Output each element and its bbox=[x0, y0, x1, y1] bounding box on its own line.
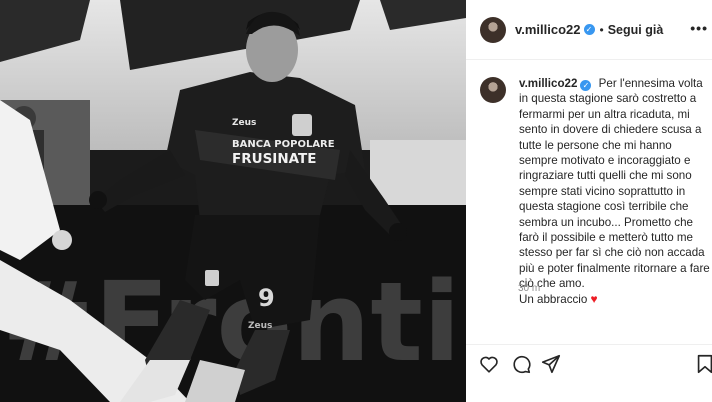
post-photo[interactable]: #Frontis Zeus BANCA POPOLARE FRUSINATE 9… bbox=[0, 0, 466, 402]
shorts-crest bbox=[205, 270, 219, 286]
caption-text: v.millico22 ✓ Per l'ennesima volta in que… bbox=[519, 76, 710, 307]
shorts-brand: Zeus bbox=[248, 321, 272, 331]
separator-dot: • bbox=[599, 22, 604, 37]
header-username[interactable]: v.millico22 bbox=[515, 22, 581, 37]
caption-avatar[interactable] bbox=[480, 77, 506, 103]
avatar[interactable] bbox=[480, 16, 506, 43]
jersey-sponsor-line1: BANCA POPOLARE bbox=[232, 139, 335, 150]
caption-block: v.millico22 ✓ Per l'ennesima volta in que… bbox=[480, 76, 710, 307]
caption-username[interactable]: v.millico22 bbox=[519, 77, 577, 90]
caption-closing: Un abbraccio bbox=[519, 292, 588, 306]
bookmark-icon[interactable] bbox=[694, 353, 712, 375]
share-icon[interactable] bbox=[540, 353, 562, 375]
comment-timestamp: 30 m bbox=[518, 283, 541, 294]
jersey-brand: Zeus bbox=[232, 118, 256, 128]
caption-verified-icon: ✓ bbox=[580, 80, 592, 92]
club-crest bbox=[292, 114, 312, 136]
verified-icon: ✓ bbox=[583, 24, 595, 35]
follow-button[interactable]: Segui già bbox=[608, 23, 664, 37]
caption-body: Per l'ennesima volta in questa stagione … bbox=[519, 77, 710, 291]
photo-illustration: #Frontis Zeus BANCA POPOLARE FRUSINATE 9… bbox=[0, 0, 466, 402]
jersey-sponsor-line2: FRUSINATE bbox=[232, 151, 316, 167]
post-header: v.millico22 ✓ • Segui già ••• bbox=[466, 0, 712, 60]
heart-icon[interactable] bbox=[478, 353, 500, 375]
shorts-number: 9 bbox=[258, 284, 275, 312]
action-bar bbox=[466, 344, 712, 382]
post-sidebar: v.millico22 ✓ • Segui già ••• v.millico2… bbox=[466, 0, 712, 402]
comment-icon[interactable] bbox=[510, 353, 532, 375]
red-heart-icon: ♥ bbox=[590, 291, 598, 306]
more-options-icon[interactable]: ••• bbox=[690, 20, 708, 36]
